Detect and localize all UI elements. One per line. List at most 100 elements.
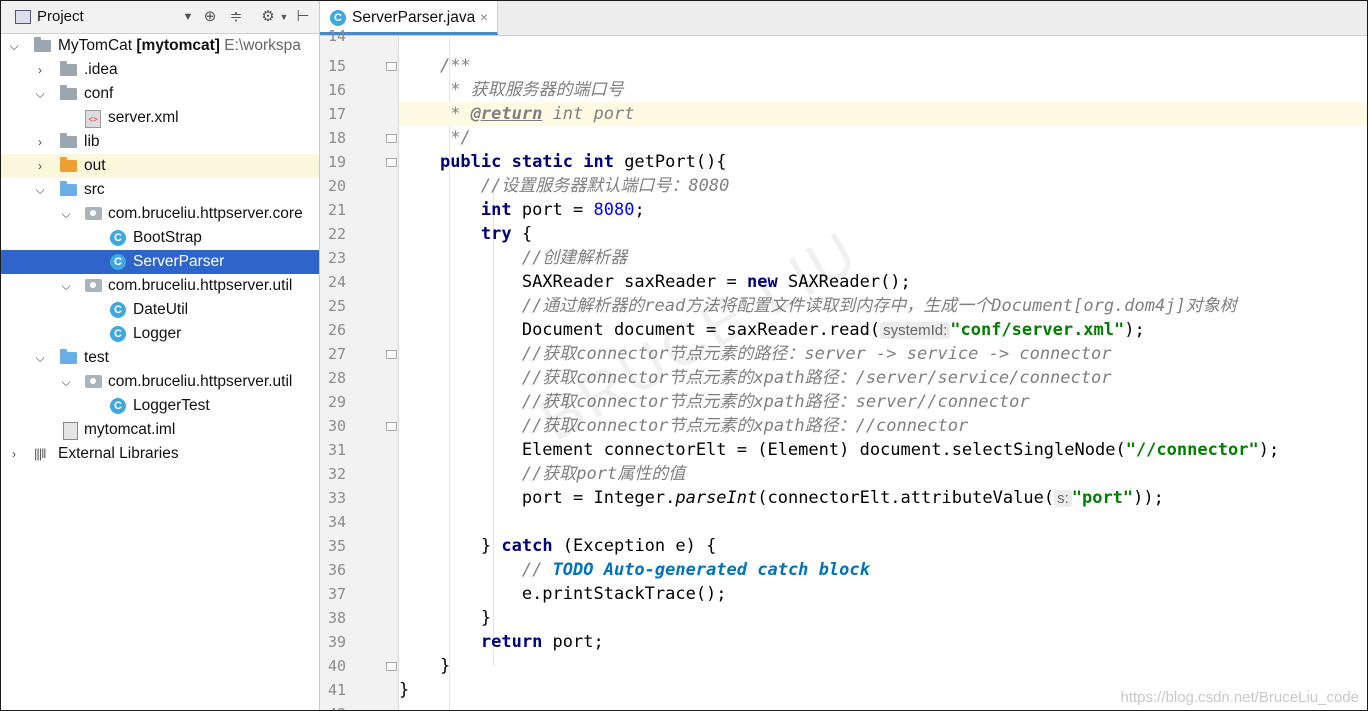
chevron-down-icon[interactable]: ⌵: [59, 202, 73, 226]
project-toolbar: Project ▼ ⊕ ≑ ⚙ ▼ ⊢: [1, 1, 319, 34]
line-number: 31: [327, 441, 346, 459]
code-line-33: port = Integer.parseInt(connectorElt.att…: [521, 488, 1164, 508]
source-folder-icon: [60, 181, 78, 198]
chevron-down-icon[interactable]: ⌵: [33, 346, 47, 370]
dropdown-arrow-icon[interactable]: ▼: [179, 8, 197, 26]
line-number: 37: [327, 585, 346, 603]
tree-item-label: LoggerTest: [133, 397, 210, 414]
tree-item-server-xml[interactable]: <> server.xml: [1, 106, 319, 130]
tree-item-external-libraries[interactable]: › |||‖ External Libraries: [1, 442, 319, 466]
module-folder-icon: [34, 37, 52, 54]
chevron-right-icon[interactable]: ›: [33, 130, 47, 154]
line-number: 19: [327, 153, 346, 171]
chevron-down-icon[interactable]: ⌵: [59, 370, 73, 394]
chevron-right-icon[interactable]: ›: [7, 442, 21, 466]
code-line-31: Element connectorElt = (Element) documen…: [521, 440, 1280, 460]
chevron-right-icon[interactable]: ›: [33, 154, 47, 178]
tree-item-dateutil[interactable]: C DateUtil: [1, 298, 319, 322]
class-icon: C: [110, 326, 128, 342]
line-number: 22: [327, 225, 346, 243]
package-icon: [85, 374, 103, 390]
tree-item-mytomcat-iml[interactable]: mytomcat.iml: [1, 418, 319, 442]
package-icon: [85, 206, 103, 222]
code-line-16: * 获取服务器的端口号: [439, 80, 624, 100]
code-line-15: /**: [439, 56, 471, 76]
tree-item-label: Logger: [133, 325, 182, 342]
line-number: 23: [327, 249, 346, 267]
tree-item-test[interactable]: ⌵ test: [1, 346, 319, 370]
tree-item-label: BootStrap: [133, 229, 202, 246]
tree-item-package-core[interactable]: ⌵ com.bruceliu.httpserver.core: [1, 202, 319, 226]
tree-item-label: External Libraries: [58, 445, 179, 462]
tree-item-idea[interactable]: › .idea: [1, 58, 319, 82]
ide-window: Project ▼ ⊕ ≑ ⚙ ▼ ⊢ ⌵ MyTomCat [mytomcat…: [0, 0, 1368, 711]
code-line-39: return port;: [480, 632, 604, 652]
parameter-hint: s:: [1054, 490, 1072, 507]
tree-item-package-util[interactable]: ⌵ com.bruceliu.httpserver.util: [1, 274, 319, 298]
code-line-23: //创建解析器: [521, 248, 628, 268]
test-folder-icon: [60, 349, 78, 366]
test-class-icon: C: [110, 398, 128, 414]
code-line-27: //获取connector节点元素的路径：server -> service -…: [521, 344, 1112, 364]
fold-marker-icon[interactable]: [386, 422, 397, 431]
line-number: 39: [327, 633, 346, 651]
line-number: 24: [327, 273, 346, 291]
tab-serverparser[interactable]: C ServerParser.java ×: [320, 1, 498, 35]
tree-item-test-package-util[interactable]: ⌵ com.bruceliu.httpserver.util: [1, 370, 319, 394]
class-icon: C: [110, 230, 128, 246]
tree-item-loggertest[interactable]: C LoggerTest: [1, 394, 319, 418]
xml-file-icon: <>: [85, 110, 103, 128]
tree-item-out[interactable]: › out: [1, 154, 319, 178]
chevron-down-icon[interactable]: ⌵: [7, 34, 21, 58]
code-line-30: //获取connector节点元素的xpath路径：//connector: [521, 416, 969, 436]
tree-item-src[interactable]: ⌵ src: [1, 178, 319, 202]
code-line-35: } catch (Exception e) {: [480, 536, 717, 556]
chevron-right-icon[interactable]: ›: [33, 58, 47, 82]
fold-marker-icon[interactable]: [386, 350, 397, 359]
module-name: [mytomcat]: [136, 37, 220, 54]
tree-item-lib[interactable]: › lib: [1, 130, 319, 154]
project-view-selector[interactable]: Project: [15, 8, 84, 25]
fold-marker-icon[interactable]: [386, 134, 397, 143]
fold-marker-icon[interactable]: [386, 662, 397, 671]
chevron-down-icon[interactable]: ⌵: [59, 274, 73, 298]
code-line-20: //设置服务器默认端口号：8080: [480, 176, 730, 196]
line-number: 20: [327, 177, 346, 195]
tree-item-conf[interactable]: ⌵ conf: [1, 82, 319, 106]
code-line-17: * @return int port: [399, 102, 1367, 126]
line-number: 35: [327, 537, 346, 555]
gear-dropdown-icon[interactable]: ▼: [275, 8, 293, 26]
tree-item-label: MyTomCat: [58, 37, 133, 54]
project-title: Project: [37, 8, 84, 25]
code-editor[interactable]: /** * 获取服务器的端口号 * @return int port */ pu…: [399, 36, 1367, 710]
line-number: 32: [327, 465, 346, 483]
folder-icon: [60, 61, 78, 78]
tree-item-serverparser[interactable]: C ServerParser: [1, 250, 319, 274]
code-line-40: }: [439, 656, 451, 676]
code-line-28: //获取connector节点元素的xpath路径：/server/servic…: [521, 368, 1112, 388]
parameter-hint: systemId:: [880, 322, 951, 339]
tree-item-label: conf: [84, 85, 114, 102]
tree-item-bootstrap[interactable]: C BootStrap: [1, 226, 319, 250]
tree-item-mytomcat[interactable]: ⌵ MyTomCat [mytomcat] E:\workspa: [1, 34, 319, 58]
output-folder-icon: [60, 157, 78, 174]
hide-panel-icon[interactable]: ⊢: [294, 8, 312, 26]
project-panel: Project ▼ ⊕ ≑ ⚙ ▼ ⊢ ⌵ MyTomCat [mytomcat…: [1, 1, 320, 710]
fold-marker-icon[interactable]: [386, 158, 397, 167]
module-path: E:\workspa: [224, 37, 301, 54]
chevron-down-icon[interactable]: ⌵: [33, 178, 47, 202]
fold-marker-icon[interactable]: [386, 62, 397, 71]
collapse-all-icon[interactable]: ≑: [227, 8, 245, 26]
editor-gutter: 14 15 16 17 18 19 20 21 22 23 24 25 26 2…: [320, 27, 424, 710]
locate-icon[interactable]: ⊕: [201, 8, 219, 26]
line-number: 26: [327, 321, 346, 339]
editor-tab-bar: C ServerParser.java ×: [320, 1, 1367, 36]
chevron-down-icon[interactable]: ⌵: [33, 82, 47, 106]
code-line-32: //获取port属性的值: [521, 464, 686, 484]
tree-item-label: com.bruceliu.httpserver.util: [108, 277, 293, 294]
iml-file-icon: [63, 422, 81, 440]
project-icon: [15, 9, 31, 24]
tree-item-logger[interactable]: C Logger: [1, 322, 319, 346]
close-icon[interactable]: ×: [480, 9, 488, 25]
tab-label: ServerParser.java: [352, 9, 476, 26]
